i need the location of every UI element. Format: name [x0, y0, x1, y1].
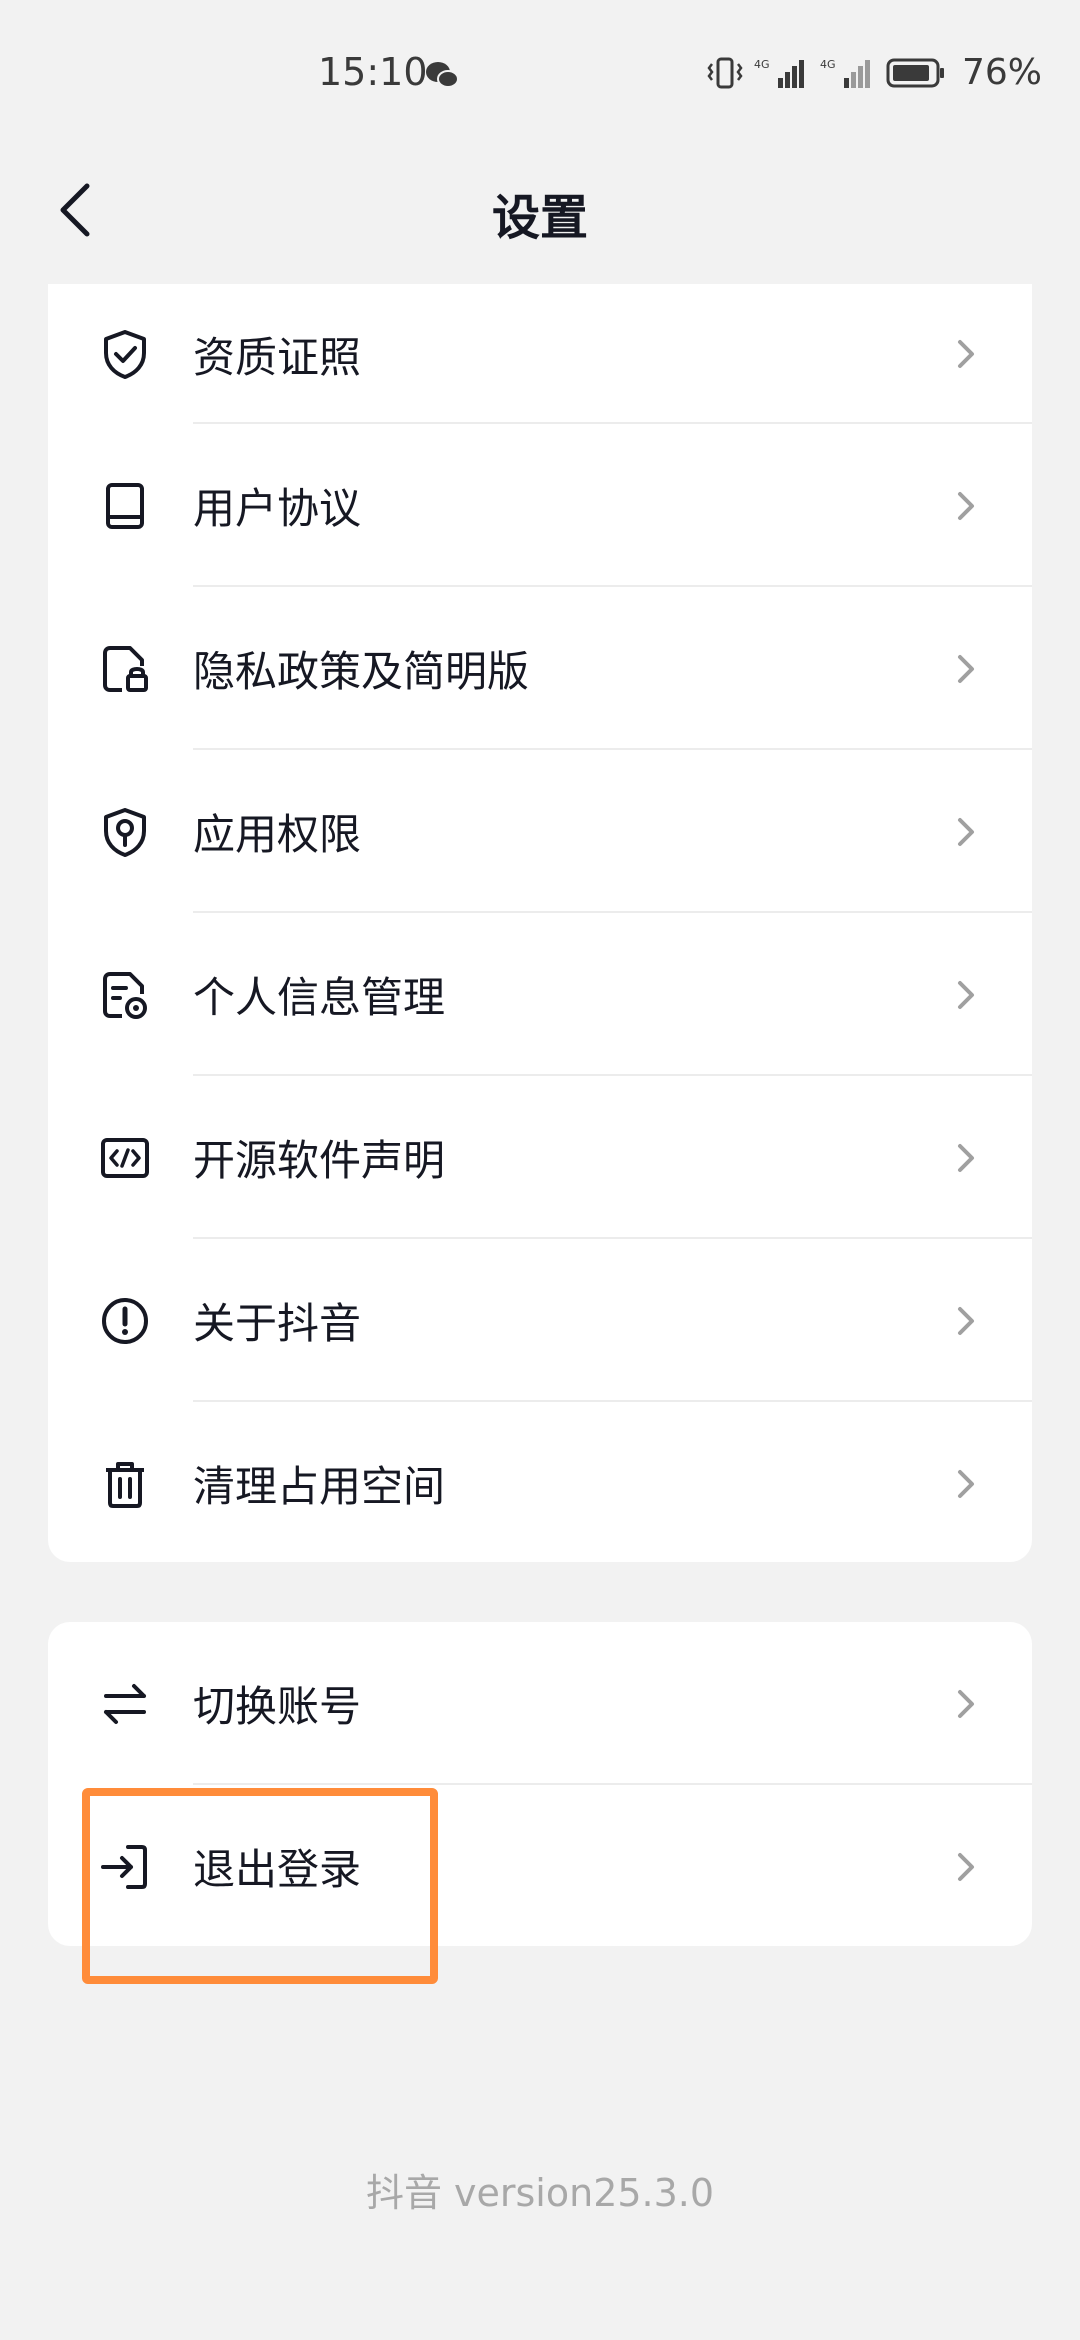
chevron-right-icon	[958, 1689, 974, 1718]
settings-item-label: 用户协议	[193, 484, 362, 533]
settings-item-label: 清理占用空间	[193, 1462, 446, 1511]
settings-item-label: 关于抖音	[193, 1299, 362, 1348]
settings-item-label: 应用权限	[193, 810, 362, 859]
shield-check-icon	[98, 327, 152, 381]
status-indicators: 4G 4G 76%	[706, 52, 1042, 93]
chevron-right-icon	[958, 1469, 974, 1498]
shield-key-icon	[98, 805, 152, 859]
settings-item-label: 切换账号	[193, 1682, 362, 1731]
settings-item-label: 资质证照	[193, 332, 362, 382]
settings-item-about[interactable]: 关于抖音	[48, 1239, 1032, 1402]
swap-icon	[98, 1677, 152, 1731]
document-lock-icon	[98, 642, 152, 696]
trash-icon	[98, 1457, 152, 1511]
settings-group-account: 切换账号 退出登录	[48, 1622, 1032, 1946]
settings-item-privacy-policy[interactable]: 隐私政策及简明版	[48, 587, 1032, 750]
chevron-right-icon	[958, 1852, 974, 1881]
code-icon	[98, 1131, 152, 1185]
version-text: 抖音 version25.3.0	[365, 2171, 715, 2215]
signal-icon: 4G	[754, 58, 804, 88]
settings-item-logout[interactable]: 退出登录	[48, 1785, 1032, 1946]
battery-icon	[886, 58, 944, 87]
info-circle-icon	[98, 1294, 152, 1348]
settings-item-label: 退出登录	[193, 1845, 362, 1894]
settings-item-qualifications[interactable]: 资质证照	[48, 284, 1032, 424]
settings-item-app-permissions[interactable]: 应用权限	[48, 750, 1032, 913]
signal-icon-2: 4G	[820, 58, 870, 88]
settings-item-open-source[interactable]: 开源软件声明	[48, 1076, 1032, 1239]
network-type-1: 4G	[754, 58, 770, 71]
chevron-right-icon	[958, 654, 974, 683]
settings-item-clear-storage[interactable]: 清理占用空间	[48, 1402, 1032, 1562]
chevron-right-icon	[958, 980, 974, 1009]
settings-item-label: 隐私政策及简明版	[193, 647, 530, 696]
wechat-icon	[426, 62, 459, 88]
settings-item-personal-info[interactable]: 个人信息管理	[48, 913, 1032, 1076]
network-type-2: 4G	[820, 58, 836, 71]
chevron-right-icon	[958, 491, 974, 520]
chevron-right-icon	[958, 340, 974, 368]
status-time: 15:10	[318, 50, 428, 94]
page-title: 设置	[491, 190, 588, 246]
chevron-right-icon	[958, 1143, 974, 1172]
book-icon	[98, 479, 152, 533]
settings-item-switch-account[interactable]: 切换账号	[48, 1622, 1032, 1785]
chevron-right-icon	[958, 1306, 974, 1335]
settings-item-label: 开源软件声明	[193, 1136, 446, 1185]
nav-bar: 设置	[0, 150, 1080, 270]
settings-group-main: 资质证照 用户协议 隐私政策及简明版 应用权限 个人信息管理 开源软件声明 关于…	[48, 284, 1032, 1562]
battery-percent: 76%	[961, 52, 1042, 93]
settings-item-user-agreement[interactable]: 用户协议	[48, 424, 1032, 587]
status-bar: 15:10 4G 4G 76%	[0, 0, 1080, 150]
logout-icon	[98, 1840, 152, 1894]
settings-item-label: 个人信息管理	[193, 973, 446, 1022]
document-gear-icon	[98, 968, 152, 1022]
vibrate-icon	[707, 57, 743, 88]
chevron-right-icon	[958, 817, 974, 846]
